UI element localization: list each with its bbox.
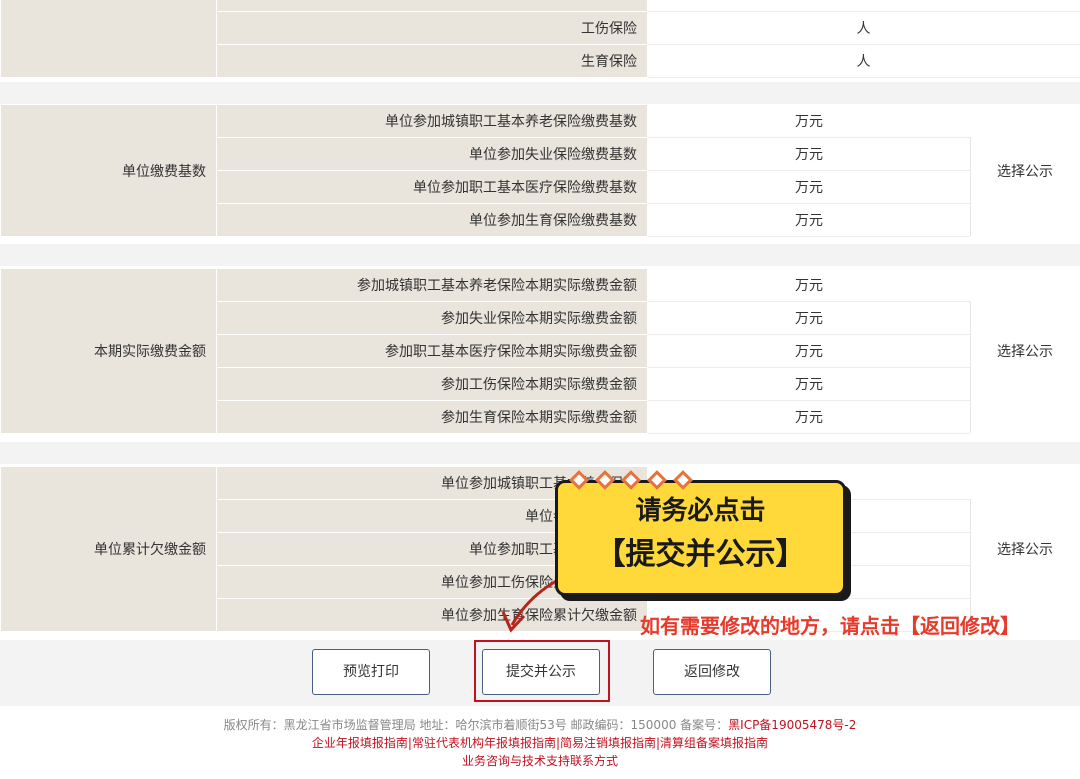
edit-note: 如有需要修改的地方，请点击【返回修改】 bbox=[640, 614, 1020, 638]
callout-line1: 请务必点击 bbox=[635, 496, 766, 526]
instruction-callout: 请务必点击 【提交并公示】 bbox=[555, 470, 846, 596]
arrow-annotation bbox=[501, 566, 586, 633]
callout-line2: 【提交并公示】 bbox=[595, 537, 806, 572]
